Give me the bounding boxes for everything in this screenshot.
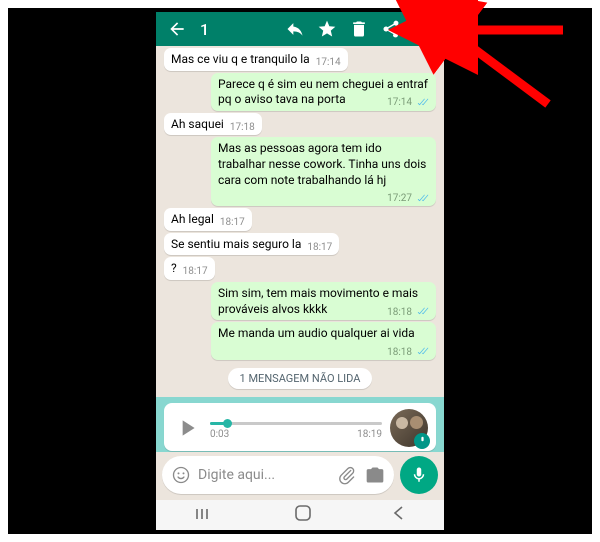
composer: Digite aqui...	[156, 452, 444, 500]
message-bubble: Mas as pessoas agora tem ido trabalhar n…	[211, 137, 436, 206]
camera-icon[interactable]	[364, 464, 386, 486]
voice-duration: 0:03	[210, 429, 229, 440]
selected-message-highlight[interactable]: 0:03 18:19	[156, 397, 444, 452]
annotation-arrow	[428, 14, 568, 128]
selected-count: 1	[200, 20, 214, 39]
message-text: Mas as pessoas agora tem ido trabalhar n…	[218, 141, 426, 186]
message-in[interactable]: Ah saquei 17:18	[164, 113, 436, 136]
message-text: Me manda um audio qualquer ai vida	[218, 326, 415, 340]
message-in[interactable]: Se sentiu mais seguro la 18:17	[164, 233, 436, 256]
mic-button[interactable]	[400, 456, 438, 494]
emoji-icon[interactable]	[170, 464, 192, 486]
message-bubble: Mas ce viu q e tranquilo la 17:14	[164, 48, 348, 71]
read-ticks-icon	[415, 98, 429, 108]
message-bubble: Me manda um audio qualquer ai vida 18:18	[211, 322, 436, 360]
message-bubble: Parece q é sim eu nem cheguei a entraf p…	[211, 73, 436, 111]
message-time: 17:18	[230, 121, 255, 134]
read-ticks-icon	[415, 194, 429, 204]
screenshot-panel: 1	[8, 8, 592, 534]
star-button[interactable]	[312, 14, 342, 44]
message-text: Ah legal	[171, 212, 214, 226]
message-text: ?	[171, 261, 177, 275]
message-input[interactable]: Digite aqui...	[162, 456, 394, 494]
message-time: 18:17	[307, 241, 332, 254]
back-button[interactable]	[162, 14, 192, 44]
message-time: 18:17	[220, 216, 245, 229]
message-bubble: Ah saquei 17:18	[164, 113, 262, 136]
nav-home[interactable]	[294, 504, 312, 526]
chat-scroll[interactable]: Mas ce viu q e tranquilo la17:14Parece q…	[156, 46, 444, 452]
attach-icon[interactable]	[336, 464, 358, 486]
message-text: Mas ce viu q e tranquilo la	[171, 52, 310, 66]
message-in[interactable]: Mas ce viu q e tranquilo la 17:14	[164, 48, 436, 71]
message-time: 17:14	[387, 96, 429, 109]
message-in[interactable]: ? 18:17	[164, 257, 436, 280]
read-ticks-icon	[415, 347, 429, 357]
phone-frame: 1	[156, 12, 444, 530]
message-placeholder: Digite aqui...	[198, 467, 330, 483]
message-bubble: ? 18:17	[164, 257, 215, 280]
share-button[interactable]	[376, 14, 406, 44]
message-bubble: Se sentiu mais seguro la 18:17	[164, 233, 339, 256]
voice-track[interactable]: 0:03 18:19	[210, 416, 382, 440]
message-bubble: Sim sim, tem mais movimento e mais prová…	[211, 282, 436, 320]
message-text: Se sentiu mais seguro la	[171, 237, 301, 251]
message-out[interactable]: Sim sim, tem mais movimento e mais prová…	[164, 282, 436, 320]
message-in[interactable]: Ah legal 18:17	[164, 208, 436, 231]
sender-avatar	[390, 409, 428, 447]
unread-divider: 1 MENSAGEM NÃO LIDA	[228, 368, 373, 389]
play-button[interactable]	[172, 413, 202, 443]
message-time: 18:18	[387, 346, 429, 359]
read-ticks-icon	[415, 307, 429, 317]
message-out[interactable]: Mas as pessoas agora tem ido trabalhar n…	[164, 137, 436, 206]
message-text: Ah saquei	[171, 117, 224, 131]
message-time: 18:17	[183, 265, 208, 278]
selection-action-bar: 1	[156, 12, 444, 46]
message-time: 18:18	[387, 306, 429, 319]
mic-badge-icon	[414, 433, 430, 449]
voice-message[interactable]: 0:03 18:19	[164, 403, 436, 451]
message-out[interactable]: Me manda um audio qualquer ai vida 18:18	[164, 322, 436, 360]
voice-time: 18:19	[357, 429, 382, 440]
forward-button[interactable]	[408, 14, 438, 44]
delete-button[interactable]	[344, 14, 374, 44]
nav-recent[interactable]	[195, 506, 215, 525]
android-nav-bar	[156, 500, 444, 530]
nav-back[interactable]	[391, 505, 405, 525]
message-time: 17:14	[316, 56, 341, 69]
message-bubble: Ah legal 18:17	[164, 208, 252, 231]
message-out[interactable]: Parece q é sim eu nem cheguei a entraf p…	[164, 73, 436, 111]
message-time: 17:27	[387, 192, 429, 205]
reply-button[interactable]	[280, 14, 310, 44]
